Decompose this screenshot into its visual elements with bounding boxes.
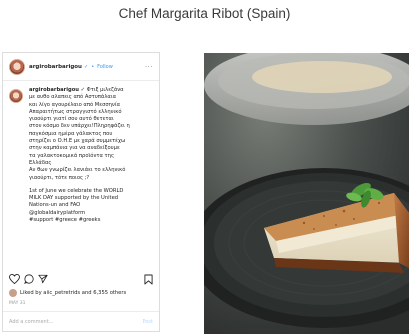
follow-separator: • <box>91 63 95 70</box>
caption-username[interactable]: argirobarbarigou <box>29 87 79 93</box>
comment-icon[interactable] <box>24 274 34 284</box>
more-options-button[interactable]: ··· <box>145 63 153 71</box>
caption-avatar[interactable] <box>9 89 23 103</box>
follow-button[interactable]: Follow <box>97 64 113 70</box>
comment-input[interactable]: Add a comment... <box>9 319 53 325</box>
post-comments: argirobarbarigou ✓ Φτιξ μιλεζάνα με αυθο… <box>3 81 159 271</box>
comment-bar: Add a comment... Post <box>3 311 159 331</box>
post-date: MAY 31 <box>9 301 26 306</box>
caption-greek-text: ✓ Φτιξ μιλεζάνα με αυθο αλαπεις από Αστυ… <box>29 87 130 181</box>
likes-summary: Liked by aiic_petretrids and 6,355 other… <box>9 289 153 297</box>
likes-text[interactable]: Liked by aiic_petretrids and 6,355 other… <box>20 290 126 296</box>
dessert-photo <box>204 53 409 334</box>
avatar[interactable] <box>9 58 25 75</box>
liker-avatar <box>9 289 17 297</box>
post-caption: argirobarbarigou ✓ Φτιξ μιλεζάνα με αυθο… <box>29 87 153 182</box>
heart-icon[interactable] <box>9 274 20 284</box>
caption-english-text: 1st of June we celebrate the WORLD MILK … <box>29 187 124 224</box>
image-caption: Chef Margarita Ribot (Spain) <box>118 6 291 21</box>
post-header: argirobarbarigou ✓ • Follow ··· <box>3 53 159 81</box>
dessert-illustration <box>204 53 409 334</box>
post-comment-button[interactable]: Post <box>143 319 153 325</box>
post-actions <box>9 272 153 286</box>
instagram-post: argirobarbarigou ✓ • Follow ··· argiroba… <box>2 52 160 332</box>
share-icon[interactable] <box>38 274 48 284</box>
post-username[interactable]: argirobarbarigou <box>29 64 82 70</box>
bookmark-icon[interactable] <box>144 274 153 285</box>
verified-badge: ✓ <box>83 63 89 70</box>
